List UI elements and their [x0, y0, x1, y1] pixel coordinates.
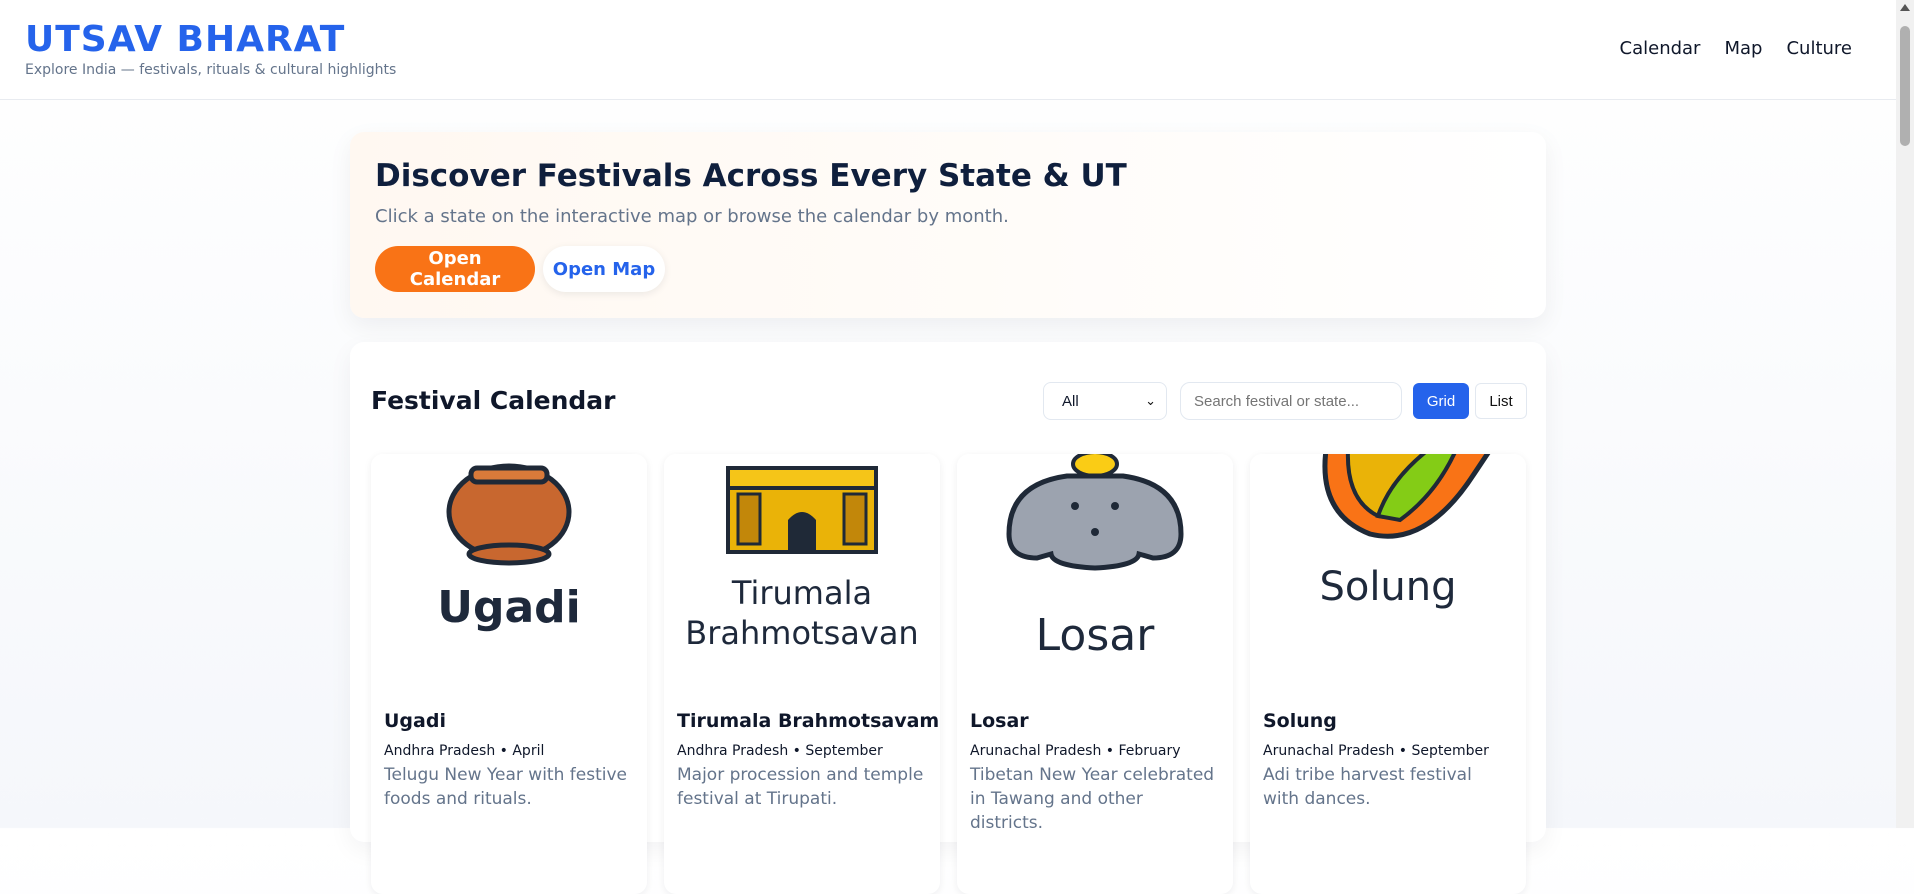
festival-meta: Andhra Pradesh • September: [677, 743, 883, 759]
chevron-down-icon: ⌄: [1145, 393, 1156, 408]
festival-image: Tirumala Brahmotsavan: [664, 454, 940, 696]
festival-card-ugadi[interactable]: Ugadi Ugadi Andhra Pradesh • April Telug…: [371, 454, 647, 894]
harvest-leaf-icon: Solung: [1250, 454, 1526, 696]
festival-name: Losar: [970, 710, 1029, 732]
monk-figure-icon: Losar: [957, 454, 1233, 696]
festival-image: Ugadi: [371, 454, 647, 696]
clay-pot-icon: Ugadi: [371, 454, 647, 696]
site-tagline: Explore India — festivals, rituals & cul…: [25, 62, 397, 78]
festival-name: Ugadi: [384, 710, 446, 732]
site-title[interactable]: UTSAV BHARAT: [25, 18, 396, 62]
festival-image: Solung: [1250, 454, 1526, 696]
festival-meta: Arunachal Pradesh • September: [1263, 743, 1489, 759]
image-caption: Solung: [1319, 564, 1456, 610]
scroll-up-arrow-icon[interactable]: [1900, 4, 1910, 11]
festival-search-input[interactable]: [1180, 382, 1402, 420]
month-filter-value: All: [1062, 392, 1079, 410]
festival-card-solung[interactable]: Solung Solung Arunachal Pradesh • Septem…: [1250, 454, 1526, 894]
festival-name: Tirumala Brahmotsavam: [677, 710, 940, 732]
festival-card-losar[interactable]: Losar Losar Arunachal Pradesh • February…: [957, 454, 1233, 894]
image-caption: Ugadi: [437, 582, 581, 633]
page-scrollbar[interactable]: [1896, 0, 1914, 828]
festival-meta: Andhra Pradesh • April: [384, 743, 545, 759]
festival-description: Adi tribe harvest festival with dances.: [1263, 765, 1472, 809]
brand[interactable]: UTSAV BHARAT Explore India — festivals, …: [25, 18, 396, 78]
open-calendar-button[interactable]: Open Calendar: [375, 246, 535, 292]
nav-calendar-link[interactable]: Calendar: [1620, 38, 1701, 59]
image-caption-line2: Brahmotsavan: [685, 614, 918, 652]
hero-subtitle: Click a state on the interactive map or …: [375, 206, 1009, 227]
festival-calendar-section: Festival Calendar All ⌄ Grid List Ugadi …: [350, 342, 1546, 894]
calendar-title: Festival Calendar: [371, 386, 616, 415]
list-view-button[interactable]: List: [1475, 383, 1527, 419]
festival-image: Losar: [957, 454, 1233, 696]
festival-description: Tibetan New Year celebrated in Tawang an…: [970, 765, 1215, 833]
image-caption-line1: Tirumala: [731, 574, 872, 612]
grid-view-button[interactable]: Grid: [1413, 383, 1469, 419]
nav-culture-link[interactable]: Culture: [1786, 38, 1852, 59]
festival-name: Solung: [1263, 710, 1337, 732]
temple-gate-icon: Tirumala Brahmotsavan: [664, 454, 940, 696]
hero-title: Discover Festivals Across Every State & …: [375, 158, 1127, 194]
nav-map-link[interactable]: Map: [1724, 38, 1762, 59]
scrollbar-thumb[interactable]: [1900, 26, 1910, 146]
festival-card-tirumala[interactable]: Tirumala Brahmotsavan Tirumala Brahmotsa…: [664, 454, 940, 894]
festival-description: Telugu New Year with festive foods and r…: [384, 765, 627, 809]
festival-meta: Arunachal Pradesh • February: [970, 743, 1181, 759]
hero-banner: Discover Festivals Across Every State & …: [350, 132, 1546, 318]
main-nav: Calendar Map Culture: [1620, 38, 1852, 59]
site-header: UTSAV BHARAT Explore India — festivals, …: [0, 0, 1896, 100]
month-filter-select[interactable]: All ⌄: [1043, 382, 1167, 420]
festival-description: Major procession and temple festival at …: [677, 765, 924, 809]
image-caption: Losar: [1036, 610, 1156, 661]
open-map-button[interactable]: Open Map: [543, 246, 665, 292]
